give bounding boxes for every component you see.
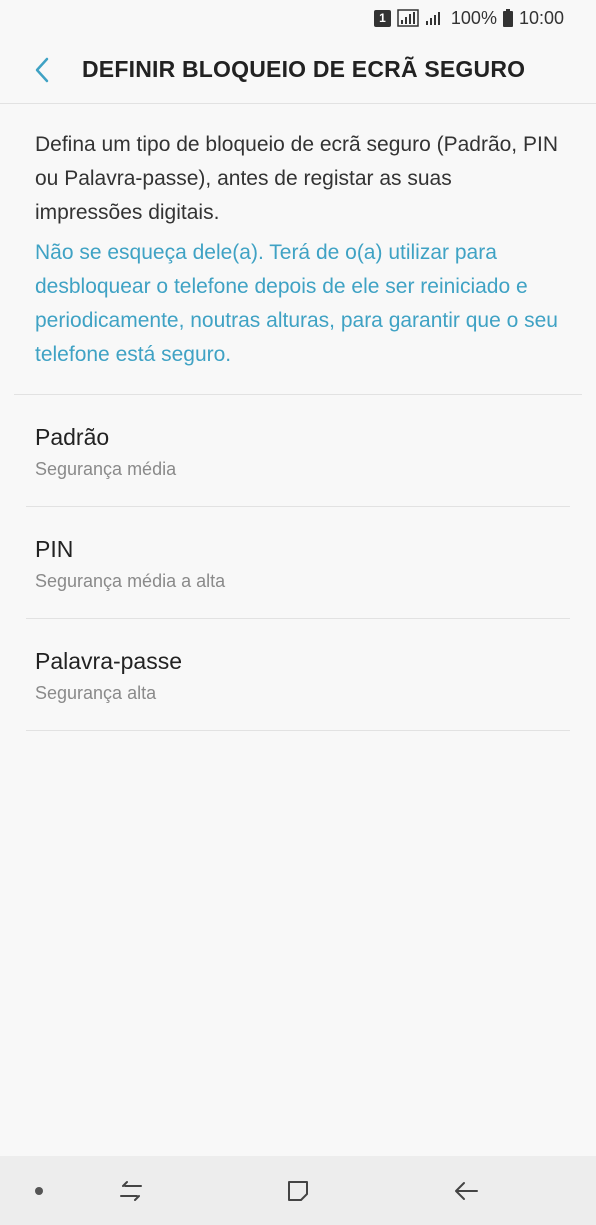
sim-icon: 1 <box>373 9 391 27</box>
back-button[interactable] <box>22 50 62 90</box>
option-subtitle: Segurança média a alta <box>35 571 226 591</box>
home-button[interactable] <box>280 1173 316 1209</box>
screen: 1 100% 10:00 DEFINIR BLOQUEIO DE ECRÃ SE… <box>0 0 596 1225</box>
divider <box>26 730 570 731</box>
option-title: Padrão <box>35 424 110 450</box>
battery-percentage: 100% <box>450 7 497 28</box>
dot-icon <box>35 1187 43 1195</box>
signal-icon <box>397 9 419 27</box>
chevron-left-icon <box>35 57 49 82</box>
option-pattern[interactable]: Padrão Segurança média <box>0 395 596 507</box>
navigation-bar <box>0 1156 596 1225</box>
clock: 10:00 <box>518 7 564 28</box>
recents-icon <box>120 1181 142 1201</box>
back-arrow-icon <box>455 1182 478 1200</box>
signal-icon <box>425 10 443 26</box>
back-nav-button[interactable] <box>448 1173 484 1209</box>
option-subtitle: Segurança média <box>35 459 177 479</box>
option-password[interactable]: Palavra-passe Segurança alta <box>0 619 596 731</box>
status-bar: 1 100% 10:00 <box>0 0 596 36</box>
option-pin[interactable]: PIN Segurança média a alta <box>0 507 596 619</box>
description: Defina um tipo de bloqueio de ecrã segur… <box>35 128 562 372</box>
warning-note: Não se esqueça dele(a). Terá de o(a) uti… <box>35 241 558 366</box>
description-text: Defina um tipo de bloqueio de ecrã segur… <box>35 133 558 224</box>
battery-icon <box>502 9 513 27</box>
page-title: DEFINIR BLOQUEIO DE ECRÃ SEGURO <box>82 56 526 82</box>
recents-button[interactable] <box>113 1173 149 1209</box>
home-icon <box>288 1181 308 1201</box>
option-subtitle: Segurança alta <box>35 683 157 703</box>
app-header: DEFINIR BLOQUEIO DE ECRÃ SEGURO <box>0 36 596 104</box>
option-title: Palavra-passe <box>35 648 183 674</box>
lock-options-list: Padrão Segurança média PIN Segurança méd… <box>0 395 596 731</box>
option-title: PIN <box>35 536 74 562</box>
